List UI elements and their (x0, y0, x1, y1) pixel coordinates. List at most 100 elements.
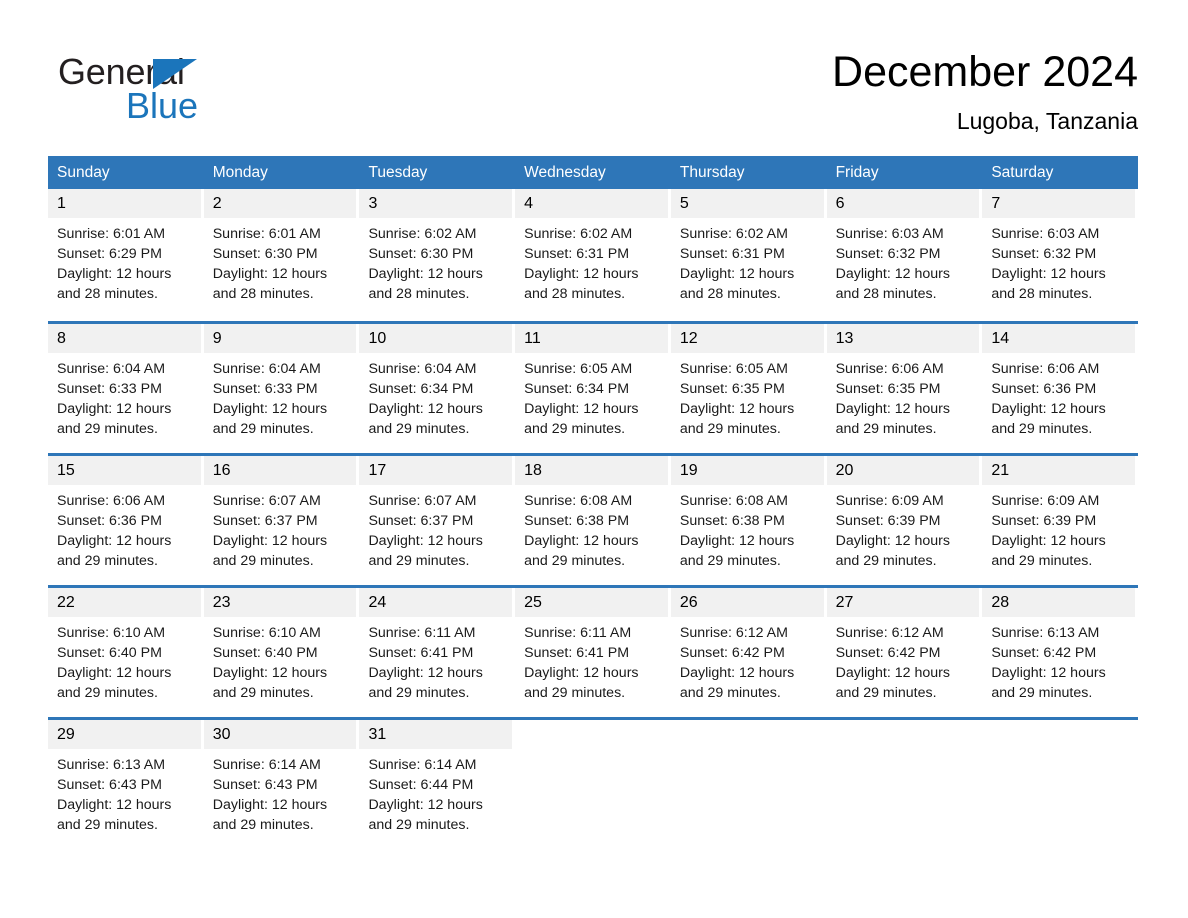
day-cell[interactable]: 18 Sunrise: 6:08 AM Sunset: 6:38 PM Dayl… (515, 456, 671, 585)
day-cell-empty (826, 720, 983, 849)
sunset-text: Sunset: 6:32 PM (835, 246, 941, 262)
day-cell[interactable]: 5 Sunrise: 6:02 AM Sunset: 6:31 PM Dayli… (670, 189, 827, 321)
sunrise-text: Sunrise: 6:05 AM (679, 361, 788, 377)
day-cell[interactable]: 1 Sunrise: 6:01 AM Sunset: 6:29 PM Dayli… (48, 189, 204, 321)
sunset-text: Sunset: 6:43 PM (57, 777, 162, 793)
sunrise-text: Sunrise: 6:09 AM (991, 493, 1100, 509)
day-cell[interactable]: 26 Sunrise: 6:12 AM Sunset: 6:42 PM Dayl… (670, 588, 827, 717)
daylight-text-line1: Daylight: 12 hours (991, 266, 1106, 282)
sunset-text: Sunset: 6:37 PM (212, 513, 318, 529)
daylight-text-line2: and 29 minutes. (679, 421, 781, 437)
day-number: 1 (57, 195, 66, 212)
daylight-text-line2: and 28 minutes. (679, 286, 781, 302)
day-cell[interactable]: 7 Sunrise: 6:03 AM Sunset: 6:32 PM Dayli… (982, 189, 1139, 321)
day-cell[interactable]: 27 Sunrise: 6:12 AM Sunset: 6:42 PM Dayl… (826, 588, 983, 717)
sunset-text: Sunset: 6:38 PM (679, 513, 785, 529)
sunset-text: Sunset: 6:29 PM (57, 246, 162, 262)
daylight-text-line1: Daylight: 12 hours (679, 533, 795, 549)
day-cell[interactable]: 12 Sunrise: 6:05 AM Sunset: 6:35 PM Dayl… (670, 324, 827, 453)
day-number-band: 22 (48, 588, 201, 617)
daylight-text-line1: Daylight: 12 hours (368, 401, 483, 417)
day-cell[interactable]: 21 Sunrise: 6:09 AM Sunset: 6:39 PM Dayl… (982, 456, 1139, 585)
day-number-band: 29 (48, 720, 201, 749)
daylight-text-line2: and 29 minutes. (212, 685, 314, 701)
daylight-text-line2: and 28 minutes. (368, 286, 470, 302)
day-cell[interactable]: 10 Sunrise: 6:04 AM Sunset: 6:34 PM Dayl… (359, 324, 516, 453)
day-cell[interactable]: 8 Sunrise: 6:04 AM Sunset: 6:33 PM Dayli… (48, 324, 204, 453)
sunrise-text: Sunrise: 6:04 AM (368, 361, 477, 377)
day-number: 23 (212, 594, 231, 611)
day-number: 27 (835, 594, 854, 611)
day-cell[interactable]: 22 Sunrise: 6:10 AM Sunset: 6:40 PM Dayl… (48, 588, 204, 717)
day-details: Sunrise: 6:10 AM Sunset: 6:40 PM Dayligh… (204, 617, 360, 703)
sunset-text: Sunset: 6:31 PM (524, 246, 630, 262)
day-cell[interactable]: 28 Sunrise: 6:13 AM Sunset: 6:42 PM Dayl… (982, 588, 1139, 717)
day-number-band (670, 720, 824, 749)
sunset-text: Sunset: 6:38 PM (524, 513, 630, 529)
day-number-band: 18 (515, 456, 668, 485)
daylight-text-line1: Daylight: 12 hours (991, 533, 1106, 549)
sunset-text: Sunset: 6:37 PM (368, 513, 474, 529)
calendar-grid: Sunday Monday Tuesday Wednesday Thursday… (48, 156, 1139, 849)
daylight-text-line1: Daylight: 12 hours (57, 266, 172, 282)
day-number: 22 (57, 594, 75, 611)
sunset-text: Sunset: 6:44 PM (368, 777, 474, 793)
day-number: 26 (679, 594, 698, 611)
day-cell[interactable]: 15 Sunrise: 6:06 AM Sunset: 6:36 PM Dayl… (48, 456, 204, 585)
day-cell[interactable]: 19 Sunrise: 6:08 AM Sunset: 6:38 PM Dayl… (670, 456, 827, 585)
day-details: Sunrise: 6:02 AM Sunset: 6:31 PM Dayligh… (671, 218, 827, 304)
day-cell[interactable]: 31 Sunrise: 6:14 AM Sunset: 6:44 PM Dayl… (359, 720, 516, 849)
daylight-text-line2: and 29 minutes. (524, 421, 626, 437)
week-row: 15 Sunrise: 6:06 AM Sunset: 6:36 PM Dayl… (48, 453, 1139, 585)
sunrise-text: Sunrise: 6:12 AM (679, 625, 788, 641)
sunset-text: Sunset: 6:36 PM (57, 513, 162, 529)
day-cell[interactable]: 11 Sunrise: 6:05 AM Sunset: 6:34 PM Dayl… (515, 324, 671, 453)
day-cell[interactable]: 14 Sunrise: 6:06 AM Sunset: 6:36 PM Dayl… (982, 324, 1139, 453)
day-cell[interactable]: 13 Sunrise: 6:06 AM Sunset: 6:35 PM Dayl… (826, 324, 983, 453)
day-number: 12 (679, 330, 698, 347)
sunrise-text: Sunrise: 6:13 AM (991, 625, 1100, 641)
sunset-text: Sunset: 6:42 PM (991, 645, 1097, 661)
day-number-band: 28 (982, 588, 1136, 617)
daylight-text-line2: and 29 minutes. (524, 553, 626, 569)
daylight-text-line2: and 29 minutes. (57, 685, 158, 701)
day-number-band: 30 (203, 720, 357, 749)
day-cell[interactable]: 2 Sunrise: 6:01 AM Sunset: 6:30 PM Dayli… (203, 189, 360, 321)
day-number: 24 (368, 594, 387, 611)
day-cell[interactable]: 4 Sunrise: 6:02 AM Sunset: 6:31 PM Dayli… (515, 189, 671, 321)
day-cell[interactable]: 30 Sunrise: 6:14 AM Sunset: 6:43 PM Dayl… (203, 720, 360, 849)
day-details: Sunrise: 6:10 AM Sunset: 6:40 PM Dayligh… (48, 617, 204, 703)
day-cell[interactable]: 20 Sunrise: 6:09 AM Sunset: 6:39 PM Dayl… (826, 456, 983, 585)
daylight-text-line1: Daylight: 12 hours (368, 266, 483, 282)
day-number-band (982, 720, 1136, 749)
weekday-header-thursday: Thursday (679, 164, 745, 181)
day-cell[interactable]: 3 Sunrise: 6:02 AM Sunset: 6:30 PM Dayli… (359, 189, 516, 321)
day-cell[interactable]: 23 Sunrise: 6:10 AM Sunset: 6:40 PM Dayl… (203, 588, 360, 717)
daylight-text-line1: Daylight: 12 hours (991, 665, 1106, 681)
day-number-band: 21 (982, 456, 1136, 485)
daylight-text-line2: and 28 minutes. (212, 286, 314, 302)
day-details: Sunrise: 6:02 AM Sunset: 6:30 PM Dayligh… (359, 218, 515, 304)
day-details: Sunrise: 6:06 AM Sunset: 6:36 PM Dayligh… (982, 353, 1138, 439)
day-cell[interactable]: 6 Sunrise: 6:03 AM Sunset: 6:32 PM Dayli… (826, 189, 983, 321)
day-number: 6 (835, 195, 845, 212)
daylight-text-line1: Daylight: 12 hours (212, 266, 328, 282)
day-details: Sunrise: 6:07 AM Sunset: 6:37 PM Dayligh… (359, 485, 515, 571)
day-cell[interactable]: 24 Sunrise: 6:11 AM Sunset: 6:41 PM Dayl… (359, 588, 516, 717)
day-details: Sunrise: 6:01 AM Sunset: 6:30 PM Dayligh… (204, 218, 360, 304)
day-cell[interactable]: 25 Sunrise: 6:11 AM Sunset: 6:41 PM Dayl… (515, 588, 671, 717)
weekday-header-saturday: Saturday (991, 164, 1054, 181)
day-number: 15 (57, 462, 75, 479)
daylight-text-line1: Daylight: 12 hours (57, 797, 172, 813)
sunset-text: Sunset: 6:30 PM (368, 246, 474, 262)
day-cell[interactable]: 16 Sunrise: 6:07 AM Sunset: 6:37 PM Dayl… (203, 456, 360, 585)
daylight-text-line2: and 29 minutes. (991, 553, 1093, 569)
day-number: 31 (368, 726, 387, 743)
day-number: 30 (212, 726, 231, 743)
day-cell[interactable]: 9 Sunrise: 6:04 AM Sunset: 6:33 PM Dayli… (203, 324, 360, 453)
weekday-header-monday: Monday (212, 164, 268, 181)
day-cell[interactable]: 17 Sunrise: 6:07 AM Sunset: 6:37 PM Dayl… (359, 456, 516, 585)
day-number: 25 (524, 594, 542, 611)
day-cell[interactable]: 29 Sunrise: 6:13 AM Sunset: 6:43 PM Dayl… (48, 720, 204, 849)
day-number: 11 (524, 330, 541, 347)
